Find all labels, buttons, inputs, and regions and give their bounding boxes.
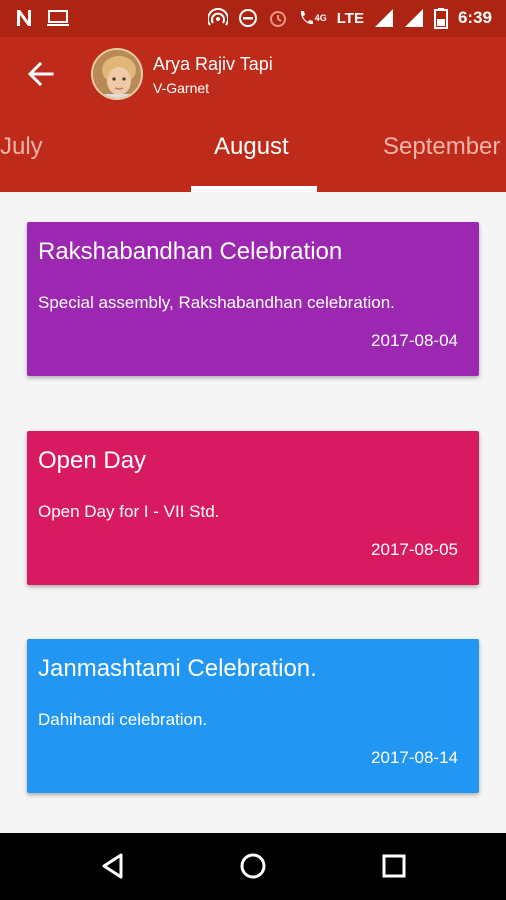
call-4g-indicator: 4G [298,9,327,27]
network-type: LTE [336,9,364,27]
back-triangle-icon[interactable] [98,851,128,881]
arrow-back-icon[interactable] [26,59,54,89]
network-type-small: 4G [314,13,327,23]
event-description: Special assembly, Rakshabandhan celebrat… [38,293,395,312]
home-circle-icon[interactable] [238,851,268,881]
status-time: 6:39 [457,8,492,27]
event-card-rakshabandhan[interactable]: Rakshabandhan Celebration Special assemb… [27,222,479,376]
student-class: V-Garnet [153,80,210,96]
event-date: 2017-08-05 [371,540,458,559]
tab-august[interactable]: August [214,133,289,161]
call-icon [300,11,313,25]
n-notification-icon [17,10,31,26]
month-tabs: July August September [0,115,506,192]
status-bar: 4G LTE 6:39 [0,0,506,37]
event-title: Rakshabandhan Celebration [38,238,343,265]
app-bar: Arya Rajiv Tapi V-Garnet [0,37,506,115]
hotspot-icon [207,8,228,26]
event-date: 2017-08-04 [371,331,458,350]
event-description: Dahihandi celebration. [38,710,208,729]
event-title: Janmashtami Celebration. [38,655,317,682]
battery-icon [433,8,448,29]
tab-july[interactable]: July [0,133,43,161]
system-nav-bar [0,833,506,900]
signal-icon [404,9,423,27]
avatar[interactable] [91,48,143,100]
event-date: 2017-08-14 [371,748,458,767]
event-card-open-day[interactable]: Open Day Open Day for I - VII Std. 2017-… [27,431,479,585]
tab-september[interactable]: September [383,133,500,161]
event-title: Open Day [38,447,147,474]
event-description: Open Day for I - VII Std. [38,502,220,521]
signal-icon [374,9,393,27]
event-card-janmashtami[interactable]: Janmashtami Celebration. Dahihandi celeb… [27,639,479,793]
laptop-icon [47,10,69,26]
alarm-icon [269,11,286,27]
dnd-icon [238,9,257,27]
tab-indicator [191,186,317,192]
recents-square-icon[interactable] [379,851,409,881]
student-name: Arya Rajiv Tapi [153,54,273,74]
